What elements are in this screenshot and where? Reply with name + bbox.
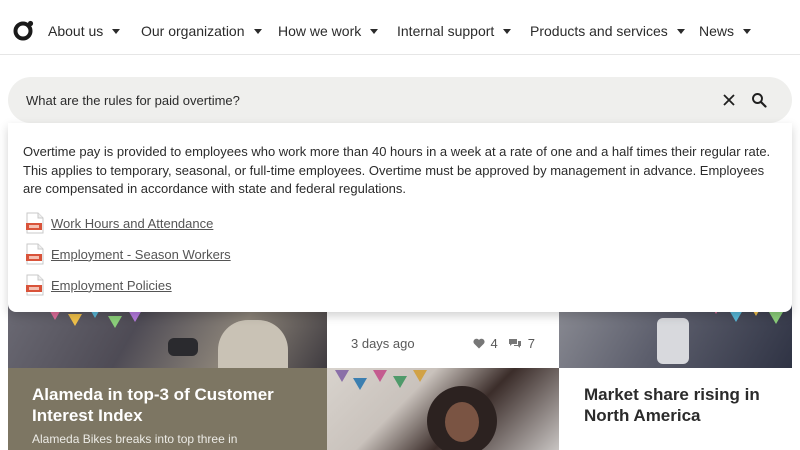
ring-logo-icon[interactable] [13,20,34,41]
search-icon[interactable] [749,90,769,110]
answer-panel: Overtime pay is provided to employees wh… [8,123,792,312]
chevron-down-icon [370,28,379,34]
pdf-document-icon [26,243,44,265]
tile-title: Market share rising in North America [584,385,760,425]
nav-label: How we work [278,23,362,39]
heart-icon[interactable] [472,338,485,349]
source-link-work-hours[interactable]: Work Hours and Attendance [25,212,213,234]
close-icon[interactable] [719,90,739,110]
news-tile-photo-woman[interactable] [327,368,559,450]
post-age: 3 days ago [351,336,415,351]
nav-how-we-work[interactable]: How we work [278,22,379,40]
chevron-down-icon [253,28,262,34]
nav-about-us[interactable]: About us [48,22,121,40]
source-link-label: Employment - Season Workers [51,246,231,262]
nav-products-and-services[interactable]: Products and services [530,22,685,40]
comments-count: 7 [527,336,535,351]
post-stats: 4 7 [472,336,535,351]
likes-count: 4 [490,336,498,351]
tile-subtitle: Alameda Bikes breaks into top three in [32,432,238,446]
nav-label: Products and services [530,23,668,39]
search-bar [8,77,792,123]
tile-title: Alameda in top-3 of Customer Interest In… [32,385,274,425]
answer-text: Overtime pay is provided to employees wh… [23,144,771,196]
comments-icon[interactable] [508,338,522,349]
search-input[interactable] [26,90,666,110]
chevron-down-icon [112,28,121,34]
nav-label: News [699,23,735,39]
news-tile-market-share[interactable]: Market share rising in North America [559,368,792,450]
source-link-employment-policies[interactable]: Employment Policies [25,274,172,296]
nav-label: About us [48,23,104,39]
chevron-down-icon [676,28,685,34]
nav-label: Internal support [397,23,495,39]
pdf-document-icon [26,212,44,234]
chevron-down-icon [743,28,752,34]
source-link-label: Employment Policies [51,277,172,293]
nav-internal-support[interactable]: Internal support [397,22,512,40]
source-link-label: Work Hours and Attendance [51,215,214,231]
nav-label: Our organization [141,23,245,39]
source-link-season-workers[interactable]: Employment - Season Workers [25,243,231,265]
nav-our-organization[interactable]: Our organization [141,22,262,40]
pdf-document-icon [26,274,44,296]
chevron-down-icon [503,28,512,34]
nav-news[interactable]: News [699,22,752,40]
news-tile-alameda[interactable]: Alameda in top-3 of Customer Interest In… [8,368,327,450]
top-navigation: About us Our organization How we work In… [0,0,800,55]
